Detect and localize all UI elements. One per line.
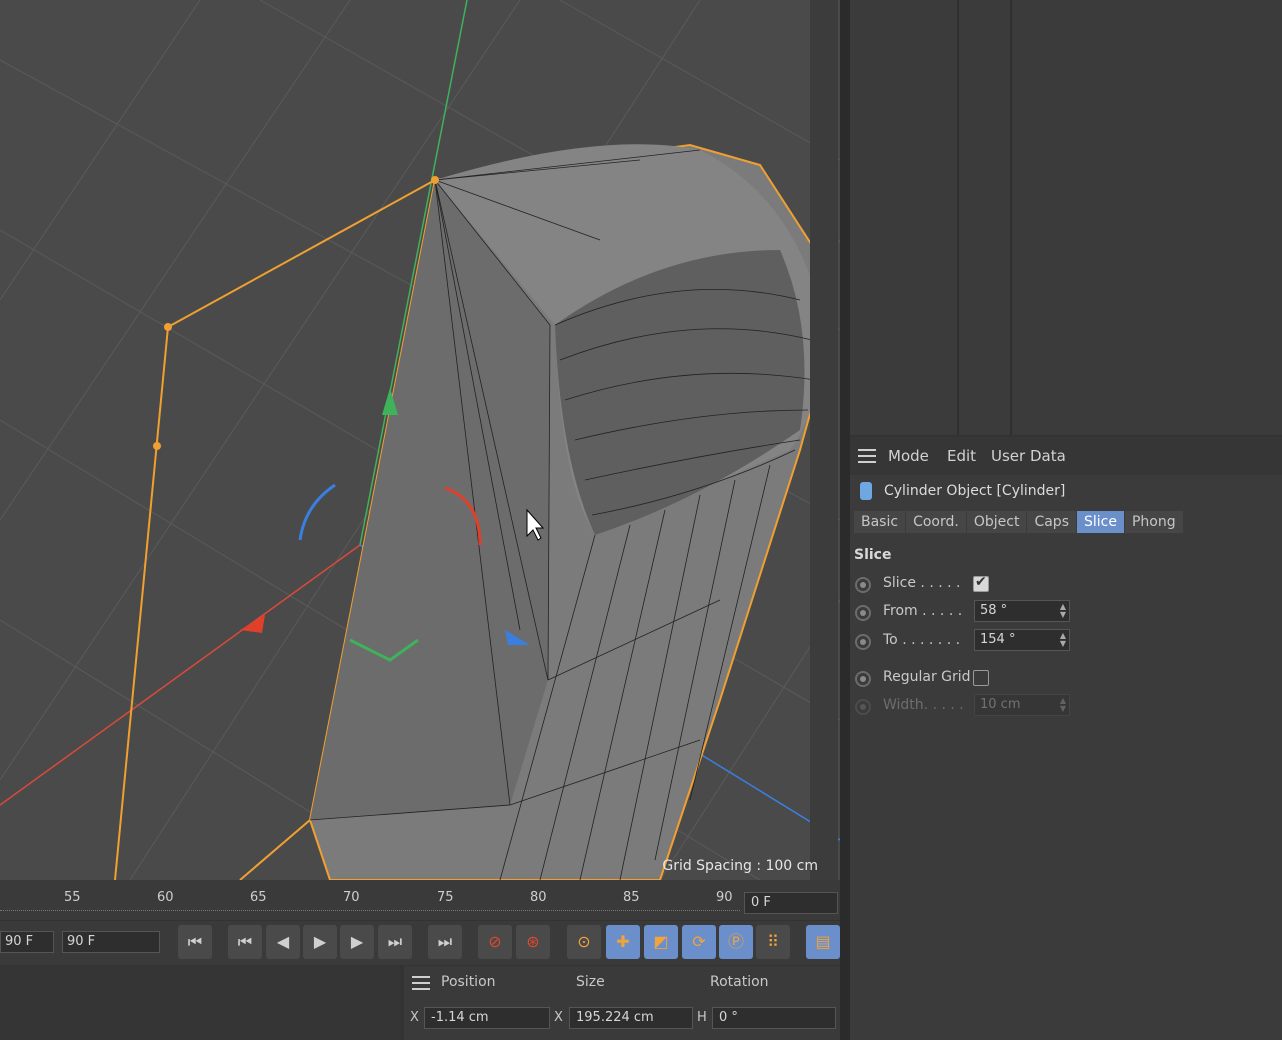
tab-slice[interactable]: Slice [1077, 511, 1124, 533]
width-input: 10 cm ▲ ▼ [974, 694, 1070, 716]
previous-frame-button[interactable]: ◀ [266, 925, 300, 959]
position-header: Position [441, 974, 496, 990]
regular-grid-label: Regular Grid [883, 669, 971, 685]
go-to-start-button[interactable]: ⏮ [178, 925, 212, 959]
animate-radio-icon[interactable] [855, 605, 871, 621]
from-value: 58 ° [980, 603, 1008, 618]
3d-viewport[interactable]: Grid Spacing : 100 cm [0, 0, 840, 880]
section-title: Slice [854, 547, 892, 563]
om-column-divider [957, 0, 959, 435]
go-to-end-button[interactable]: ⏭ [428, 925, 462, 959]
preview-start-field[interactable]: 90 F [0, 931, 54, 953]
current-frame-field[interactable]: 0 F [744, 892, 838, 914]
x-size-axis-label: X [554, 1010, 563, 1025]
width-label: Width. . . . . [883, 697, 964, 713]
spinner-icon: ▲ ▼ [1059, 696, 1066, 713]
regular-grid-checkbox[interactable] [973, 670, 989, 686]
preview-end-field[interactable]: 90 F [62, 931, 160, 953]
to-value: 154 ° [980, 632, 1016, 647]
rotation-header: Rotation [710, 974, 769, 990]
record-keys-icon[interactable]: ⊘ [478, 925, 512, 959]
autokey-icon[interactable]: ⊛ [516, 925, 550, 959]
next-frame-button[interactable]: ▶ [340, 925, 374, 959]
animate-radio-icon [855, 699, 871, 715]
timeline-tick: 55 [64, 890, 81, 905]
rotation-key-icon[interactable]: ⟳ [682, 925, 716, 959]
tab-caps[interactable]: Caps [1027, 511, 1076, 533]
to-label: To . . . . . . . [883, 632, 961, 648]
point-level-icon[interactable]: ⠿ [756, 925, 790, 959]
slice-label: Slice . . . . . [883, 575, 961, 591]
attribute-tabs: Basic Coord. Object Caps Slice Phong [854, 511, 1184, 533]
tab-coord[interactable]: Coord. [906, 511, 966, 533]
coordinates-panel: Position Size Rotation X -1.14 cm X 195.… [404, 966, 840, 1040]
scale-key-icon[interactable]: ◩ [644, 925, 678, 959]
hamburger-menu-icon[interactable] [858, 449, 876, 463]
slice-checkbox[interactable] [973, 574, 989, 592]
timeline-tick: 75 [437, 890, 454, 905]
x-size-input[interactable]: 195.224 cm [569, 1007, 693, 1029]
spinner-icon[interactable]: ▲ ▼ [1060, 632, 1066, 648]
next-key-button[interactable]: ⏭ [378, 925, 412, 959]
attribute-manager-panel: Mode Edit User Data Cylinder Object [Cyl… [850, 437, 1282, 1040]
om-column-divider [1010, 0, 1012, 435]
panel-separator[interactable] [840, 0, 850, 1040]
position-key-icon[interactable]: ✚ [606, 925, 640, 959]
transport-bar: 90 F 90 F ⏮ ⏮ ◀ ▶ ▶ ⏭ ⏭ ⊘ ⊛ ⊙ ✚ ◩ ⟳ Ⓟ ⠿ … [0, 921, 840, 965]
h-rotation-axis-label: H [697, 1010, 707, 1025]
tab-basic[interactable]: Basic [854, 511, 906, 533]
play-button[interactable]: ▶ [303, 925, 337, 959]
timeline-tick: 60 [157, 890, 174, 905]
prop-to: To . . . . . . . 154 ° ▲ ▼ [850, 629, 1150, 656]
prop-width: Width. . . . . 10 cm ▲ ▼ [850, 694, 1150, 721]
tab-object[interactable]: Object [966, 511, 1027, 533]
width-value: 10 cm [980, 697, 1021, 712]
tab-phong[interactable]: Phong [1124, 511, 1183, 533]
prop-slice: Slice . . . . . [850, 574, 1150, 599]
attribute-menubar: Mode Edit User Data [850, 437, 1282, 475]
timeline-ruler[interactable]: 55 60 65 70 75 80 85 90 [0, 880, 840, 920]
prop-regular-grid: Regular Grid [850, 669, 1150, 693]
x-position-axis-label: X [410, 1010, 419, 1025]
parameter-key-icon[interactable]: Ⓟ [719, 925, 753, 959]
keyframe-selection-icon[interactable]: ⊙ [567, 925, 601, 959]
object-manager-panel[interactable] [850, 0, 1282, 435]
to-input[interactable]: 154 ° ▲ ▼ [974, 629, 1070, 651]
previous-key-button[interactable]: ⏮ [228, 925, 262, 959]
animate-radio-icon[interactable] [855, 577, 871, 593]
scheme-icon[interactable]: ▤ [806, 925, 840, 959]
from-input[interactable]: 58 ° ▲ ▼ [974, 600, 1070, 622]
timeline-tick: 85 [623, 890, 640, 905]
hamburger-menu-icon[interactable] [412, 976, 430, 990]
viewport-scene [0, 0, 840, 880]
menu-mode[interactable]: Mode [888, 447, 929, 465]
animate-radio-icon[interactable] [855, 671, 871, 687]
timeline-tick: 70 [343, 890, 360, 905]
timeline-tick: 90 [716, 890, 733, 905]
timeline-ruler-line [0, 910, 740, 912]
timeline-tick: 65 [250, 890, 267, 905]
menu-edit[interactable]: Edit [947, 447, 976, 465]
spinner-icon[interactable]: ▲ ▼ [1060, 603, 1066, 619]
prop-from: From . . . . . 58 ° ▲ ▼ [850, 600, 1150, 627]
timeline-tick: 80 [530, 890, 547, 905]
coordinate-left-area [0, 966, 400, 1040]
menu-user-data[interactable]: User Data [991, 447, 1066, 465]
cylinder-icon [860, 482, 872, 500]
from-label: From . . . . . [883, 603, 963, 619]
x-position-input[interactable]: -1.14 cm [424, 1007, 550, 1029]
viewport-scrollbar[interactable] [810, 0, 838, 880]
animate-radio-icon[interactable] [855, 634, 871, 650]
h-rotation-input[interactable]: 0 ° [712, 1007, 836, 1029]
grid-spacing-label: Grid Spacing : 100 cm [662, 858, 818, 874]
size-header: Size [576, 974, 605, 990]
object-title: Cylinder Object [Cylinder] [884, 483, 1066, 499]
